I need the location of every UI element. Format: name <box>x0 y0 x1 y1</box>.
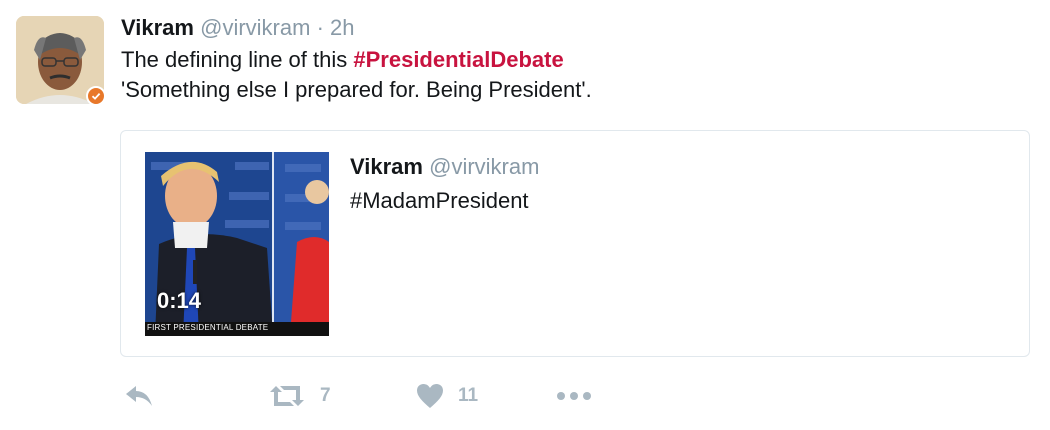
reply-button[interactable] <box>124 376 154 416</box>
retweet-count: 7 <box>320 385 331 406</box>
separator-dot: · <box>316 15 324 40</box>
like-button[interactable]: 11 <box>416 376 478 416</box>
quoted-author-name[interactable]: Vikram <box>350 154 423 179</box>
author-name[interactable]: Vikram <box>121 15 194 40</box>
quoted-author-handle[interactable]: @virvikram <box>429 154 539 179</box>
quoted-tweet-text: #MadamPresident <box>350 188 529 213</box>
hashtag-link[interactable]: #PresidentialDebate <box>353 47 563 72</box>
video-chyron: FIRST PRESIDENTIAL DEBATE <box>145 322 329 336</box>
heart-icon <box>417 384 443 408</box>
more-dots-icon <box>557 392 591 400</box>
video-thumbnail[interactable]: 0:14 FIRST PRESIDENTIAL DEBATE <box>145 152 329 336</box>
tweet-text-line-1: The defining line of this #PresidentialD… <box>121 45 592 75</box>
retweet-icon <box>270 386 304 406</box>
tweet-header: Vikram @virvikram · 2h <box>121 14 355 42</box>
video-chyron-text: FIRST PRESIDENTIAL DEBATE <box>147 323 269 332</box>
tweet[interactable]: Vikram @virvikram · 2h The defining line… <box>0 0 1050 430</box>
tweet-text: The defining line of this #PresidentialD… <box>121 45 592 105</box>
like-count: 11 <box>458 385 479 406</box>
timestamp[interactable]: 2h <box>330 15 354 40</box>
more-button[interactable] <box>556 376 592 416</box>
video-duration: 0:14 <box>157 288 202 313</box>
tweet-actions: 7 11 <box>0 376 1050 416</box>
quoted-tweet-header: Vikram @virvikram <box>350 153 539 181</box>
tweet-text-prefix: The defining line of this <box>121 47 354 72</box>
verified-badge-icon <box>86 86 106 106</box>
reply-icon <box>126 386 152 406</box>
tweet-text-line-2: 'Something else I prepared for. Being Pr… <box>121 77 592 102</box>
author-handle[interactable]: @virvikram <box>200 15 310 40</box>
quoted-tweet-card[interactable]: 0:14 FIRST PRESIDENTIAL DEBATE Vikram @v… <box>120 130 1030 357</box>
retweet-button[interactable]: 7 <box>268 376 331 416</box>
